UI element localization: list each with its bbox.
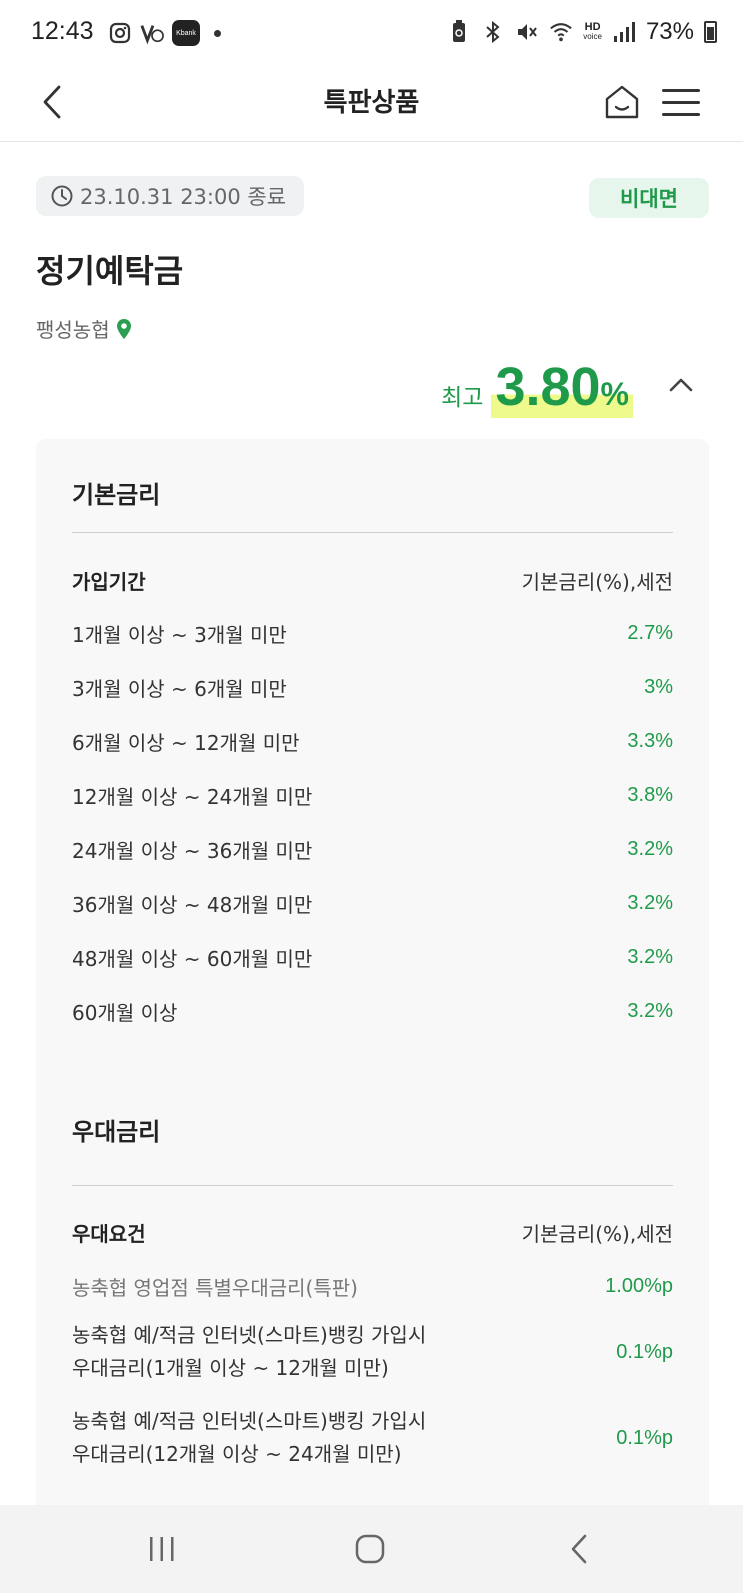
period-cell: 1개월 이상 ~ 3개월 미만 [72, 623, 287, 647]
table-row: 24개월 이상 ~ 36개월 미만 3.2% [72, 835, 673, 864]
max-rate-value: 3.80% [491, 356, 633, 418]
col-rate: 기본금리(%),세전 [521, 1222, 673, 1246]
bonus-rate-header: 우대요건 기본금리(%),세전 [72, 1218, 673, 1247]
home-circle-icon[interactable] [340, 1523, 400, 1575]
rate-cell: 3.2% [627, 946, 673, 968]
v-app-icon [140, 21, 164, 45]
table-row: 농축협 예/적금 인터넷(스마트)뱅킹 가입시 우대금리(1개월 이상 ~ 12개… [72, 1319, 673, 1385]
location-pin-icon [116, 318, 131, 339]
rate-cell: 3.2% [627, 892, 673, 914]
condition-cell: 농축협 영업점 특별우대금리(특판) [72, 1276, 358, 1300]
condition-cell: 농축협 예/적금 인터넷(스마트)뱅킹 가입시 우대금리(12개월 이상 ~ 24… [72, 1409, 427, 1466]
wifi-icon [549, 20, 573, 44]
bonus-rate-title: 우대금리 [72, 1118, 161, 1146]
kbank-icon: Kbank [172, 20, 200, 46]
product-name: 정기예탁금 [36, 252, 184, 290]
condition-cell: 농축협 예/적금 인터넷(스마트)뱅킹 가입시 우대금리(1개월 이상 ~ 12개… [72, 1323, 427, 1380]
table-row: 1개월 이상 ~ 3개월 미만 2.7% [72, 619, 673, 648]
table-row: 60개월 이상 3.2% [72, 997, 673, 1026]
rate-cell: 3.2% [627, 838, 673, 860]
col-condition: 우대요건 [72, 1222, 146, 1246]
period-cell: 3개월 이상 ~ 6개월 미만 [72, 677, 287, 701]
rate-cell: 1.00%p [605, 1275, 673, 1297]
table-row: 6개월 이상 ~ 12개월 미만 3.3% [72, 727, 673, 756]
table-row: 48개월 이상 ~ 60개월 미만 3.2% [72, 943, 673, 972]
branch-link[interactable]: 팽성농협 [36, 314, 132, 343]
notification-icons: Kbank [108, 20, 221, 46]
base-rate-title: 기본금리 [72, 481, 161, 509]
chevron-up-icon [669, 378, 693, 392]
table-row: 농축협 예/적금 인터넷(스마트)뱅킹 가입시 우대금리(12개월 이상 ~ 24… [72, 1405, 673, 1471]
col-rate: 기본금리(%),세전 [521, 570, 673, 594]
table-row: 농축협 영업점 특별우대금리(특판) 1.00%p [72, 1272, 673, 1301]
rate-cell: 0.1%p [616, 1340, 673, 1363]
signal-icon [612, 20, 636, 44]
home-button[interactable] [600, 78, 644, 126]
table-row: 3개월 이상 ~ 6개월 미만 3% [72, 673, 673, 702]
battery-icon [704, 21, 717, 43]
bluetooth-icon [481, 20, 505, 44]
period-cell: 12개월 이상 ~ 24개월 미만 [72, 785, 313, 809]
battery-percent: 73% [645, 18, 694, 45]
home-icon [605, 85, 639, 119]
nav-back-icon[interactable] [549, 1523, 609, 1575]
max-rate-label: 최고 [441, 385, 484, 411]
branch-name: 팽성농협 [36, 318, 110, 342]
status-bar: 12:43 Kbank HD voice 73% [0, 0, 743, 66]
top-app-bar: 특판상품 [0, 66, 743, 142]
rate-detail-card: 기본금리 가입기간 기본금리(%),세전 1개월 이상 ~ 3개월 미만 2.7… [36, 439, 709, 1559]
rate-cell: 3.8% [627, 784, 673, 806]
period-cell: 24개월 이상 ~ 36개월 미만 [72, 839, 313, 863]
system-icons: HD voice 73% [447, 18, 717, 46]
base-rate-divider [72, 532, 673, 533]
rate-cell: 0.1%p [616, 1426, 673, 1449]
rate-cell: 3.2% [627, 1000, 673, 1022]
hamburger-menu-icon[interactable] [662, 80, 708, 124]
more-notifications-dot [214, 29, 221, 37]
rate-cell: 3.3% [627, 730, 673, 752]
period-cell: 48개월 이상 ~ 60개월 미만 [72, 947, 313, 971]
base-rate-header: 가입기간 기본금리(%),세전 [72, 566, 673, 595]
recent-apps-icon[interactable] [132, 1523, 192, 1575]
mute-icon [515, 20, 539, 44]
period-cell: 36개월 이상 ~ 48개월 미만 [72, 893, 313, 917]
deadline-text: 23.10.31 23:00 종료 [80, 185, 287, 209]
rate-cell: 3% [644, 676, 673, 698]
table-row: 12개월 이상 ~ 24개월 미만 3.8% [72, 781, 673, 810]
period-cell: 60개월 이상 [72, 1001, 178, 1025]
col-period: 가입기간 [72, 570, 146, 594]
system-navigation-bar [0, 1505, 743, 1593]
max-rate: 최고 3.80% [441, 356, 633, 418]
table-row: 36개월 이상 ~ 48개월 미만 3.2% [72, 889, 673, 918]
clock-icon [51, 185, 73, 207]
hd-voice-indicator: HD voice [583, 21, 602, 42]
status-time: 12:43 [31, 17, 94, 45]
battery-saver-icon [447, 20, 471, 44]
deadline-chip: 23.10.31 23:00 종료 [36, 176, 305, 216]
channel-badge: 비대면 [589, 178, 709, 218]
rate-cell: 2.7% [627, 622, 673, 644]
bonus-rate-divider [72, 1185, 673, 1186]
collapse-button[interactable] [664, 368, 698, 402]
period-cell: 6개월 이상 ~ 12개월 미만 [72, 731, 300, 755]
instagram-icon [108, 21, 132, 45]
